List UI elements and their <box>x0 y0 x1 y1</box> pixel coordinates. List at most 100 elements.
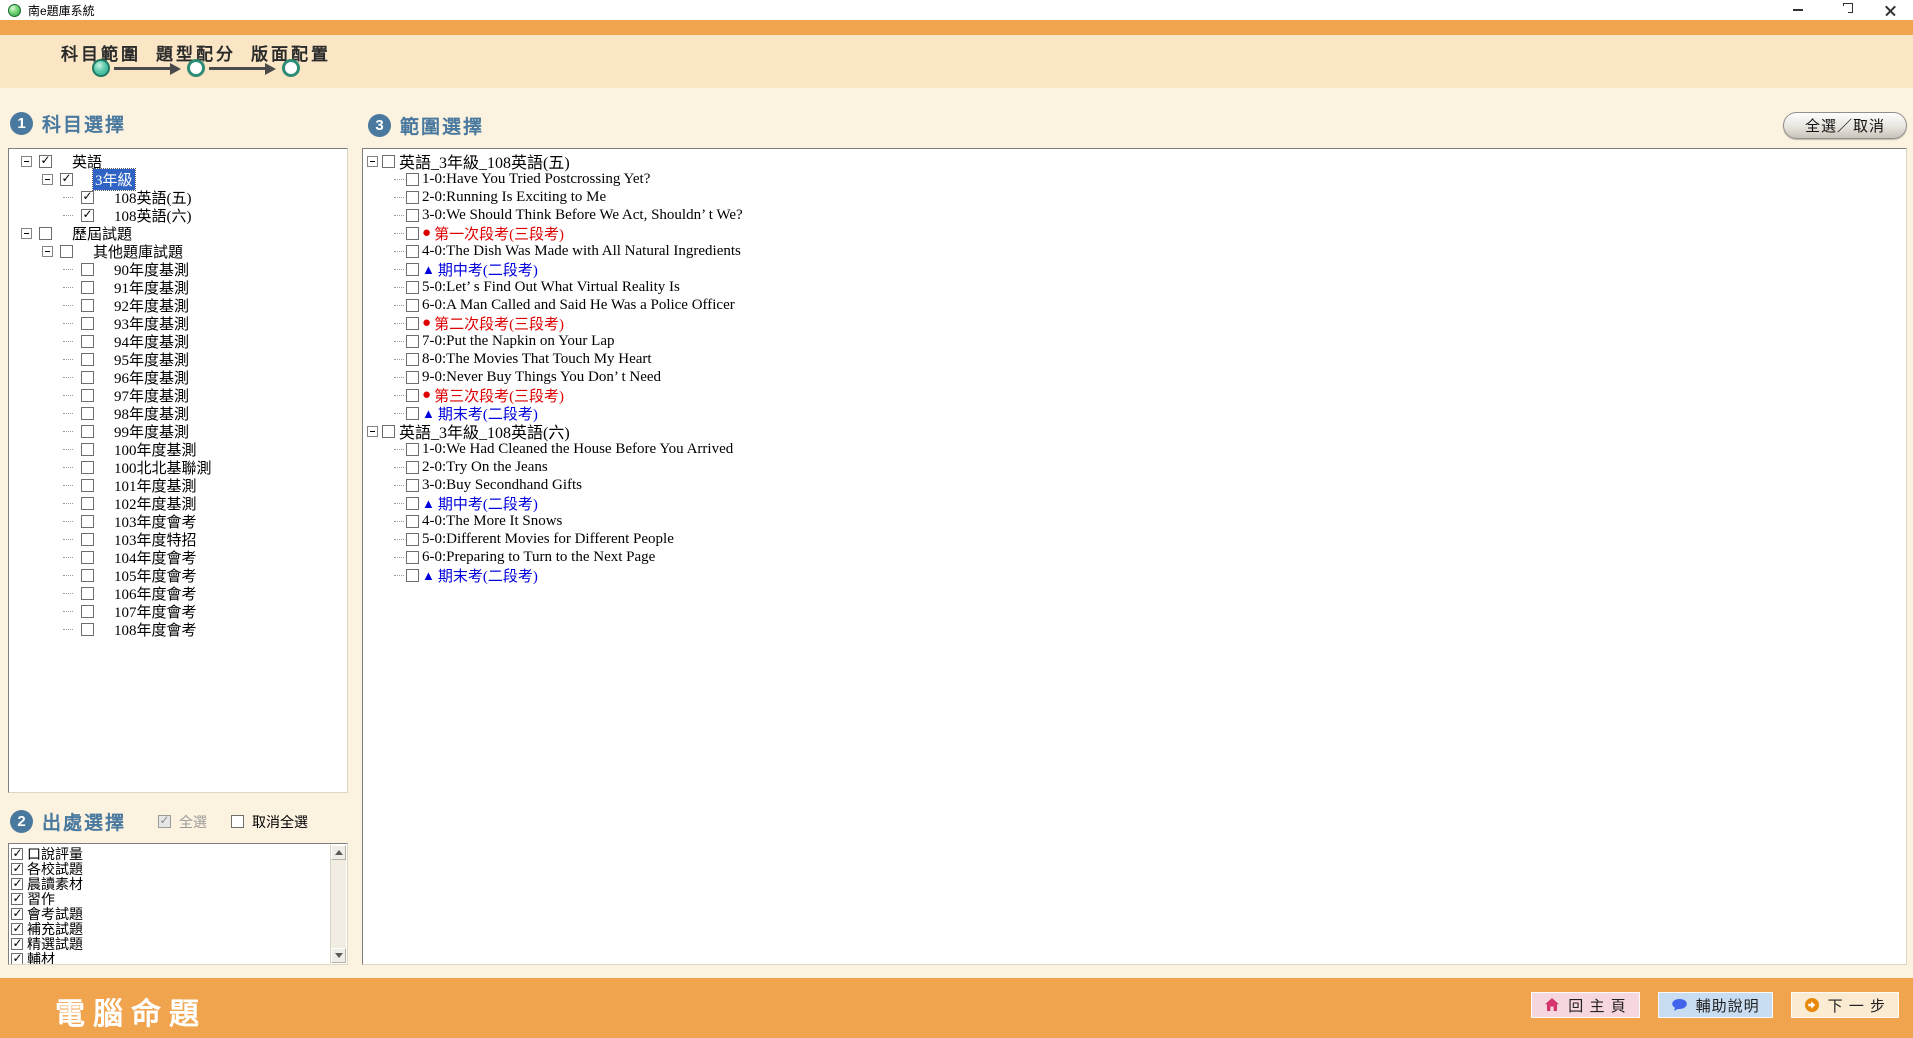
group-checkbox[interactable] <box>382 155 395 168</box>
subject-tree-node[interactable]: 94年度基測 <box>9 332 347 350</box>
source-item-checkbox[interactable] <box>11 848 23 860</box>
item-checkbox[interactable] <box>406 263 419 276</box>
range-item-label[interactable]: 7-0:Put the Napkin on Your Lap <box>422 333 615 350</box>
item-checkbox[interactable] <box>406 299 419 312</box>
item-checkbox[interactable] <box>406 173 419 186</box>
range-item-row[interactable]: ●第二次段考(三段考) <box>363 314 1906 332</box>
home-button[interactable]: 回 主 頁 <box>1531 992 1639 1018</box>
expander-minus-icon[interactable] <box>42 174 53 185</box>
range-item-label[interactable]: 4-0:The More It Snows <box>422 513 562 530</box>
range-item-label[interactable]: 期中考(二段考) <box>438 493 538 514</box>
source-item-checkbox[interactable] <box>11 938 23 950</box>
node-label[interactable]: 108年度會考 <box>114 619 197 640</box>
item-checkbox[interactable] <box>406 461 419 474</box>
subject-tree-node[interactable]: 96年度基測 <box>9 368 347 386</box>
subject-tree-node[interactable]: 3年級 <box>9 170 347 188</box>
subject-tree-node[interactable]: 101年度基測 <box>9 476 347 494</box>
source-item-checkbox[interactable] <box>11 923 23 935</box>
node-checkbox[interactable] <box>81 191 94 204</box>
next-step-button[interactable]: 下 一 步 <box>1791 992 1899 1018</box>
range-item-row[interactable]: 3-0:We Should Think Before We Act, Shoul… <box>363 206 1906 224</box>
range-item-row[interactable]: ▲期中考(二段考) <box>363 260 1906 278</box>
range-item-row[interactable]: 8-0:The Movies That Touch My Heart <box>363 350 1906 368</box>
node-checkbox[interactable] <box>81 533 94 546</box>
source-item-checkbox[interactable] <box>11 893 23 905</box>
item-checkbox[interactable] <box>406 335 419 348</box>
scroll-down-button[interactable] <box>331 948 346 963</box>
range-group-label[interactable]: 英語_3年級_108英語(六) <box>399 419 570 443</box>
range-item-label[interactable]: 8-0:The Movies That Touch My Heart <box>422 351 652 368</box>
range-item-row[interactable]: 5-0:Different Movies for Different Peopl… <box>363 530 1906 548</box>
range-item-label[interactable]: 1-0:We Had Cleaned the House Before You … <box>422 441 733 458</box>
source-list-item[interactable]: 晨讀素材 <box>11 876 347 891</box>
subject-tree-node[interactable]: 108英語(六) <box>9 206 347 224</box>
deselect-all-checkbox[interactable] <box>231 815 244 828</box>
node-checkbox[interactable] <box>81 551 94 564</box>
subject-tree-node[interactable]: 99年度基測 <box>9 422 347 440</box>
expander-minus-icon[interactable] <box>367 156 378 167</box>
source-item-checkbox[interactable] <box>11 953 23 965</box>
item-checkbox[interactable] <box>406 353 419 366</box>
subject-tree-node[interactable]: 其他題庫試題 <box>9 242 347 260</box>
range-item-row[interactable]: 9-0:Never Buy Things You Don’ t Need <box>363 368 1906 386</box>
node-checkbox[interactable] <box>81 209 94 222</box>
node-checkbox[interactable] <box>81 497 94 510</box>
subject-tree-node[interactable]: 103年度特招 <box>9 530 347 548</box>
range-group-label[interactable]: 英語_3年級_108英語(五) <box>399 149 570 173</box>
item-checkbox[interactable] <box>406 317 419 330</box>
step-circle-2[interactable] <box>187 59 205 77</box>
minimize-button[interactable] <box>1775 0 1821 20</box>
subject-tree-node[interactable]: 103年度會考 <box>9 512 347 530</box>
node-checkbox[interactable] <box>39 155 52 168</box>
expander-minus-icon[interactable] <box>367 426 378 437</box>
range-item-row[interactable]: 6-0:Preparing to Turn to the Next Page <box>363 548 1906 566</box>
item-checkbox[interactable] <box>406 209 419 222</box>
node-checkbox[interactable] <box>81 569 94 582</box>
node-checkbox[interactable] <box>81 335 94 348</box>
subject-tree-node[interactable]: 105年度會考 <box>9 566 347 584</box>
node-checkbox[interactable] <box>81 371 94 384</box>
subject-tree-node[interactable]: 90年度基測 <box>9 260 347 278</box>
node-checkbox[interactable] <box>81 479 94 492</box>
subject-tree-node[interactable]: 108年度會考 <box>9 620 347 638</box>
select-all-toggle-button[interactable]: 全選／取消 <box>1783 112 1907 139</box>
subject-tree-node[interactable]: 107年度會考 <box>9 602 347 620</box>
node-checkbox[interactable] <box>81 389 94 402</box>
source-item-checkbox[interactable] <box>11 908 23 920</box>
item-checkbox[interactable] <box>406 389 419 402</box>
subject-tree-node[interactable]: 102年度基測 <box>9 494 347 512</box>
item-checkbox[interactable] <box>406 479 419 492</box>
range-item-row[interactable]: ▲期中考(二段考) <box>363 494 1906 512</box>
item-checkbox[interactable] <box>406 515 419 528</box>
node-checkbox[interactable] <box>81 263 94 276</box>
range-item-row[interactable]: 1-0:Have You Tried Postcrossing Yet? <box>363 170 1906 188</box>
source-list-scrollbar[interactable] <box>330 845 346 963</box>
range-item-label[interactable]: 第二次段考(三段考) <box>434 313 564 334</box>
node-checkbox[interactable] <box>60 173 73 186</box>
node-checkbox[interactable] <box>81 515 94 528</box>
range-item-row[interactable]: ●第一次段考(三段考) <box>363 224 1906 242</box>
item-checkbox[interactable] <box>406 551 419 564</box>
item-checkbox[interactable] <box>406 191 419 204</box>
item-checkbox[interactable] <box>406 443 419 456</box>
source-item-checkbox[interactable] <box>11 863 23 875</box>
node-checkbox[interactable] <box>81 443 94 456</box>
range-item-label[interactable]: 1-0:Have You Tried Postcrossing Yet? <box>422 171 650 188</box>
node-checkbox[interactable] <box>81 407 94 420</box>
range-item-row[interactable]: 7-0:Put the Napkin on Your Lap <box>363 332 1906 350</box>
subject-tree-node[interactable]: 95年度基測 <box>9 350 347 368</box>
help-button[interactable]: 輔助說明 <box>1658 992 1773 1018</box>
close-button[interactable] <box>1867 0 1913 20</box>
node-checkbox[interactable] <box>81 299 94 312</box>
range-item-label[interactable]: 期末考(二段考) <box>438 565 538 586</box>
range-item-label[interactable]: 2-0:Try On the Jeans <box>422 459 548 476</box>
subject-tree-node[interactable]: 108英語(五) <box>9 188 347 206</box>
node-checkbox[interactable] <box>60 245 73 258</box>
subject-tree-node[interactable]: 93年度基測 <box>9 314 347 332</box>
range-item-row[interactable]: 6-0:A Man Called and Said He Was a Polic… <box>363 296 1906 314</box>
subject-tree-node[interactable]: 英語 <box>9 152 347 170</box>
item-checkbox[interactable] <box>406 533 419 546</box>
subject-tree-node[interactable]: 106年度會考 <box>9 584 347 602</box>
source-item-checkbox[interactable] <box>11 878 23 890</box>
node-checkbox[interactable] <box>81 425 94 438</box>
